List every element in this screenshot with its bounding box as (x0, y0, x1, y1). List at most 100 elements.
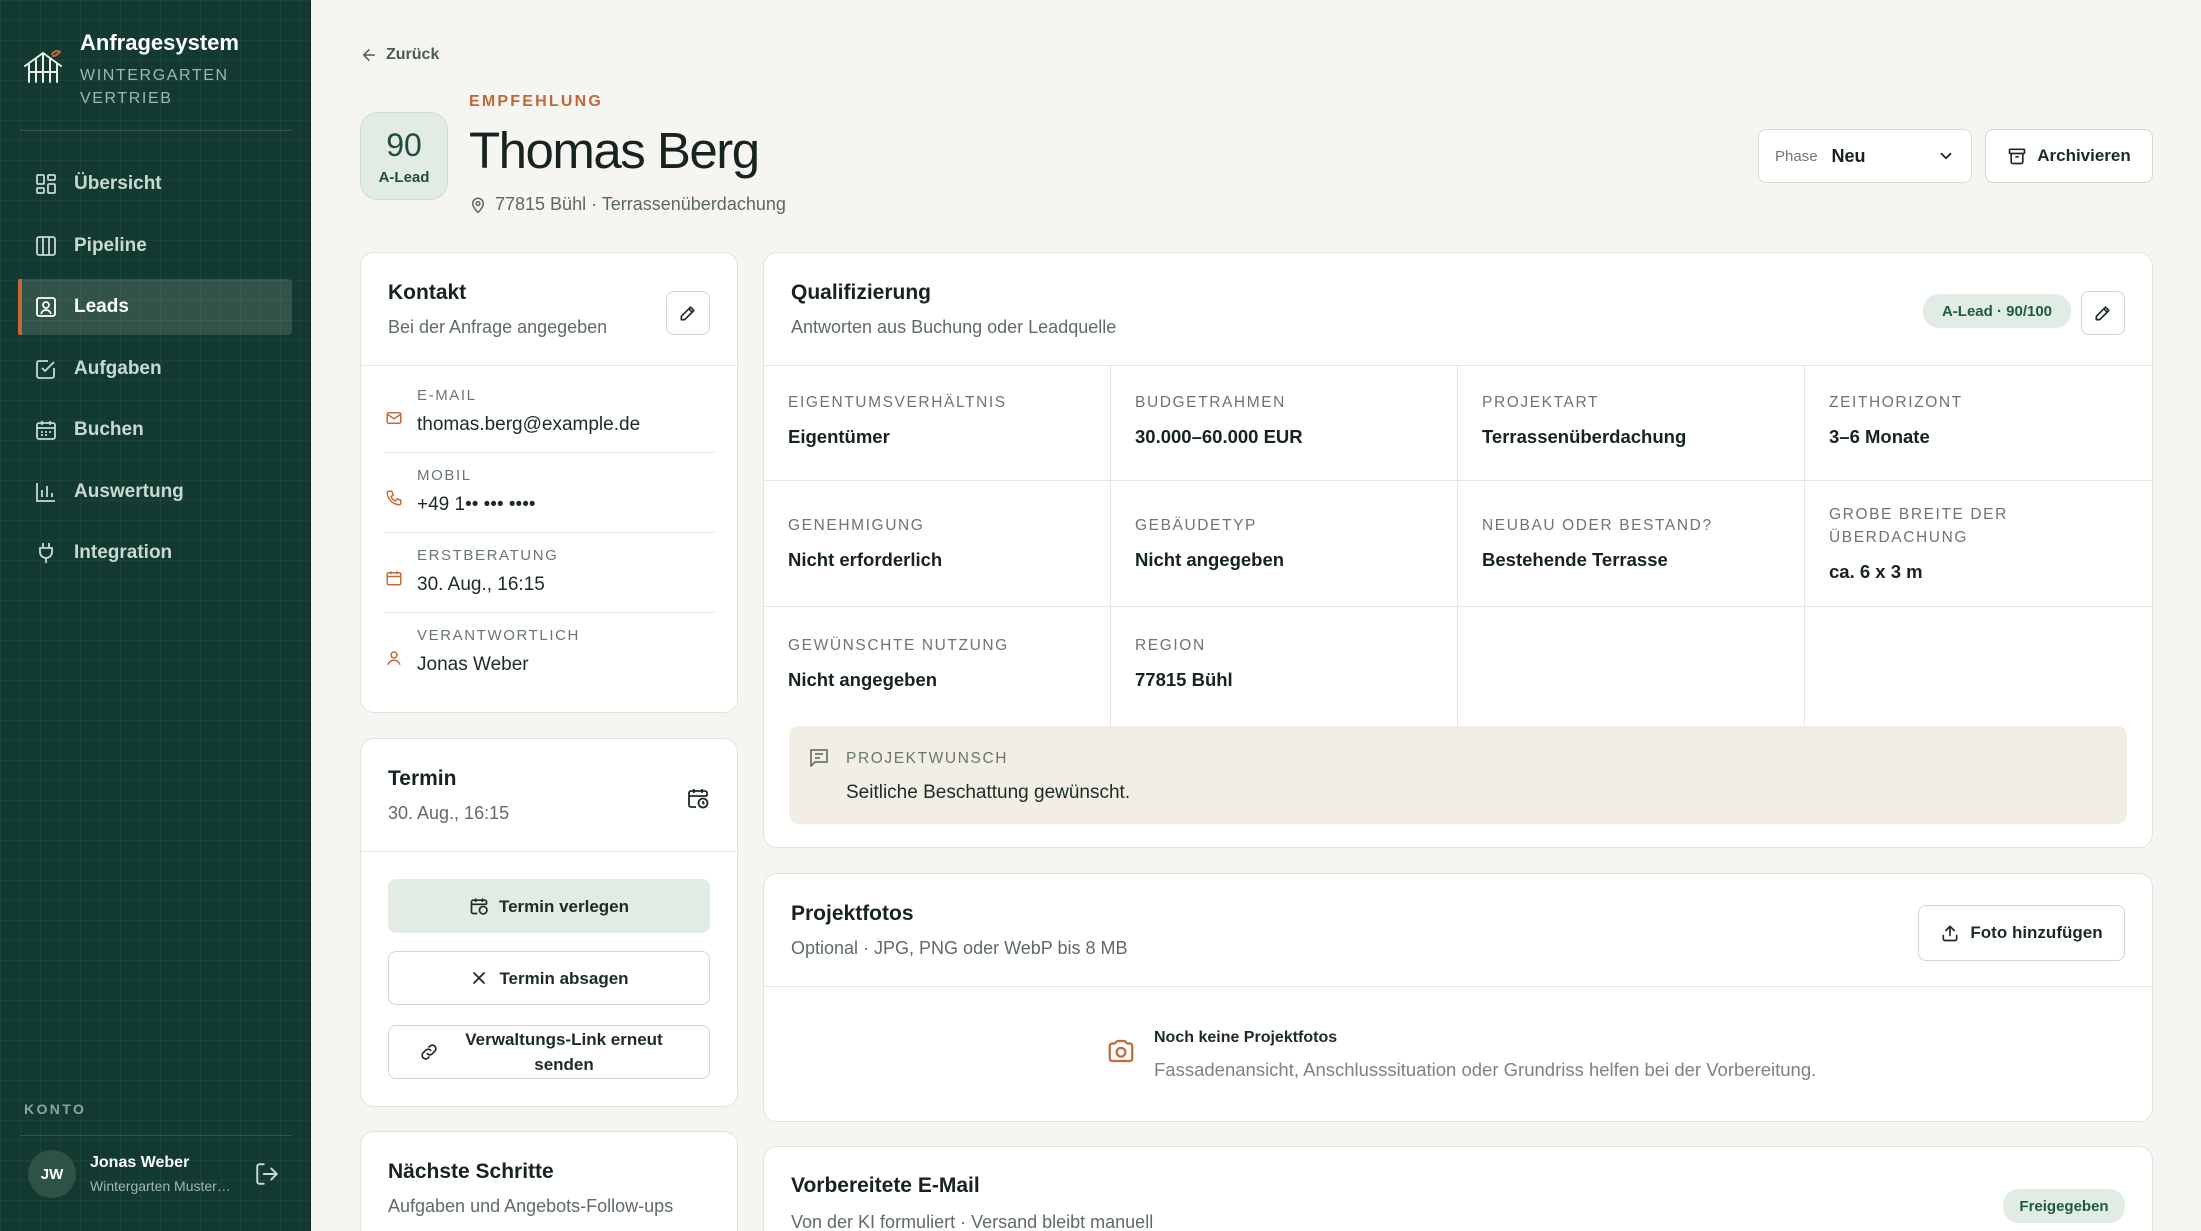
reschedule-button[interactable]: Termin verlegen (388, 879, 710, 933)
archive-button[interactable]: Archivieren (1985, 129, 2153, 183)
qualification-field: GENEHMIGUNG Nicht erforderlich (764, 488, 1110, 571)
divider (764, 606, 2152, 607)
location-pin-icon (471, 197, 485, 214)
field-value: Bestehende Terrasse (1482, 549, 1668, 570)
phase-select[interactable]: Phase Neu (1758, 129, 1972, 183)
field-value: 3–6 Monate (1829, 426, 1930, 447)
sidebar-item-label: Übersicht (74, 173, 162, 194)
calendar-icon (36, 421, 56, 440)
email-subtitle: Von der KI formuliert · Versand bleibt m… (791, 1212, 1154, 1231)
phase-label: Phase (1775, 147, 1818, 165)
add-photo-label: Foto hinzufügen (1970, 923, 2103, 942)
sidebar-item-aufgaben[interactable]: Aufgaben (18, 341, 292, 397)
sidebar-item-label: Auswertung (74, 480, 184, 502)
field-label: ZEITHORIZONT (1829, 394, 1963, 411)
arrow-left-icon (363, 49, 375, 61)
qualification-field: GEBÄUDETYP Nicht angegeben (1111, 488, 1457, 571)
calendar-icon (386, 571, 402, 586)
lead-score: 90 (386, 126, 422, 163)
field-label: GEBÄUDETYP (1135, 517, 1257, 534)
qualification-field: EIGENTUMSVERHÄLTNIS Eigentümer (764, 365, 1110, 448)
field-value: Terrassenüberdachung (1482, 426, 1687, 447)
sidebar: Anfragesystem WINTERGARTEN VERTRIEB Über… (0, 0, 311, 1231)
sidebar-item-uebersicht[interactable]: Übersicht (18, 156, 292, 212)
chart-icon (36, 482, 55, 502)
back-link[interactable]: Zurück (360, 46, 439, 64)
divider (385, 452, 715, 453)
qualification-field: BUDGETRAHMEN 30.000–60.000 EUR (1111, 365, 1457, 448)
chevron-down-icon (1940, 152, 1952, 160)
qualification-field: ZEITHORIZONT 3–6 Monate (1805, 365, 2151, 448)
back-label: Zurück (386, 46, 440, 63)
field-value: Nicht erforderlich (788, 549, 943, 570)
appointment-title: Termin (388, 767, 457, 790)
project-photos-card: Projektfotos Optional · JPG, PNG oder We… (763, 873, 2153, 1122)
message-icon (810, 749, 828, 767)
avatar: JW (28, 1150, 76, 1198)
appointment-date: 30. Aug., 16:15 (388, 803, 510, 823)
field-label: BUDGETRAHMEN (1135, 394, 1286, 411)
brand-subtitle: WINTERGARTEN VERTRIEB (80, 67, 229, 107)
resend-link-button[interactable]: Verwaltungs-Link erneut senden (388, 1025, 710, 1079)
sidebar-item-label: Aufgaben (74, 357, 162, 379)
plug-icon (39, 543, 53, 563)
edit-qualification-button[interactable] (2081, 291, 2125, 335)
contact-email[interactable]: thomas.berg@example.de (417, 414, 640, 436)
lead-score-label: A-Lead (378, 168, 430, 186)
page-title: Thomas Berg (469, 122, 760, 179)
project-wish-box: PROJEKTWUNSCH Seitliche Beschattung gewü… (789, 726, 2127, 824)
contact-label: E-MAIL (417, 387, 477, 404)
photos-title: Projektfotos (791, 902, 914, 925)
contact-subtitle: Bei der Anfrage angegeben (388, 317, 608, 337)
sidebar-item-integration[interactable]: Integration (18, 525, 292, 581)
task-icon (36, 359, 55, 379)
next-steps-subtitle: Aufgaben und Angebots-Follow-ups (388, 1196, 674, 1216)
upload-icon (1942, 925, 1958, 942)
field-label: NEUBAU ODER BESTAND? (1482, 517, 1713, 534)
appointment-card: Termin 30. Aug., 16:15 Termin verlegen T… (360, 738, 738, 1107)
field-value: ca. 6 x 3 m (1829, 561, 1923, 582)
lead-location: 77815 Bühl · Terrassenüberdachung (469, 194, 786, 215)
archive-label: Archivieren (2037, 146, 2131, 165)
field-label: PROJEKTART (1482, 394, 1600, 411)
user-account: JW Jonas Weber Wintergarten Musterbau (28, 1150, 280, 1198)
pencil-icon (680, 306, 695, 321)
user-name: Jonas Weber (90, 1154, 190, 1171)
qualification-field: REGION 77815 Bühl (1111, 608, 1457, 691)
add-photo-button[interactable]: Foto hinzufügen (1918, 905, 2125, 961)
sidebar-nav: Übersicht Pipeline Leads Aufgaben Buchen… (18, 156, 292, 587)
pipeline-icon (36, 235, 56, 256)
divider (385, 612, 715, 613)
mail-icon (386, 412, 402, 424)
field-value: Eigentümer (788, 426, 890, 447)
field-label: GROBE BREITE DER ÜBERDACHUNG (1829, 506, 2008, 546)
contact-row-owner: VERANTWORTLICH Jonas Weber (385, 627, 715, 676)
greenhouse-logo-icon (24, 50, 62, 83)
phone-icon (386, 490, 402, 506)
brand[interactable]: Anfragesystem WINTERGARTEN VERTRIEB (22, 28, 250, 110)
camera-icon (1108, 1039, 1134, 1063)
logout-icon[interactable] (254, 1161, 280, 1187)
field-label: GEWÜNSCHTE NUTZUNG (788, 637, 1009, 654)
field-value: 30.000–60.000 EUR (1135, 426, 1303, 447)
account-section-label: KONTO (24, 1101, 87, 1117)
sidebar-item-auswertung[interactable]: Auswertung (18, 464, 292, 520)
contact-label: ERSTBERATUNG (417, 547, 559, 564)
contact-phone[interactable]: +49 1•• ••• •••• (417, 494, 536, 516)
qualification-field: NEUBAU ODER BESTAND? Bestehende Terrasse (1458, 488, 1804, 571)
sidebar-item-buchen[interactable]: Buchen (18, 402, 292, 458)
link-icon (421, 1044, 437, 1060)
dashboard-icon (36, 174, 56, 194)
photos-empty-text: Fassadenansicht, Anschlusssituation oder… (1154, 1059, 1817, 1080)
edit-contact-button[interactable] (666, 291, 710, 335)
qualification-field: GROBE BREITE DER ÜBERDACHUNG ca. 6 x 3 m (1805, 477, 2151, 583)
cancel-appointment-button[interactable]: Termin absagen (388, 951, 710, 1005)
contact-consultation: 30. Aug., 16:15 (417, 574, 545, 595)
next-steps-card: Nächste Schritte Aufgaben und Angebots-F… (360, 1131, 738, 1231)
sidebar-item-leads[interactable]: Leads (18, 279, 292, 335)
sidebar-item-label: Pipeline (74, 234, 147, 256)
lead-source: EMPFEHLUNG (469, 93, 603, 110)
brand-title: Anfragesystem (80, 30, 239, 55)
reschedule-label: Termin verlegen (498, 896, 630, 916)
sidebar-item-pipeline[interactable]: Pipeline (18, 218, 292, 274)
